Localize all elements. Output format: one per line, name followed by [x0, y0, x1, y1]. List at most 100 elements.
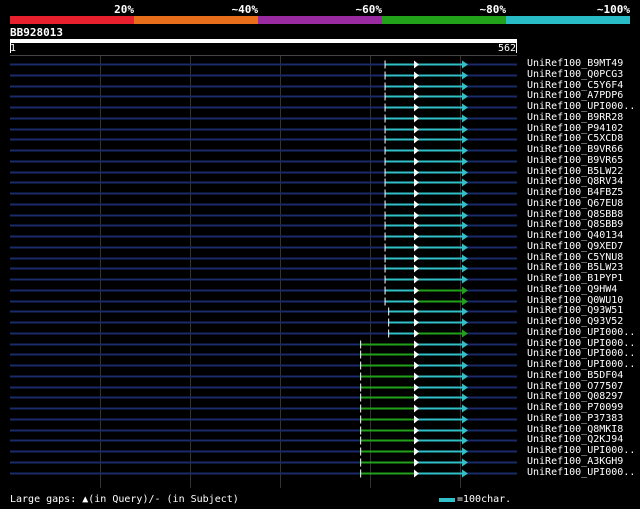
hit-end-arrow — [462, 329, 468, 338]
hit-label[interactable]: UniRef100_UPI000.. — [527, 359, 635, 370]
hit-row[interactable] — [10, 350, 517, 359]
hit-row[interactable] — [10, 243, 517, 252]
hit-row[interactable] — [10, 469, 517, 478]
hit-label[interactable]: UniRef100_B4FBZ5 — [527, 187, 623, 198]
hit-label[interactable]: UniRef100_Q9XED7 — [527, 241, 623, 252]
hit-row[interactable] — [10, 146, 517, 155]
hit-row[interactable] — [10, 232, 517, 241]
hit-end-arrow — [462, 297, 468, 306]
hit-row[interactable] — [10, 286, 517, 295]
hit-row[interactable] — [10, 340, 517, 349]
hit-row[interactable] — [10, 318, 517, 327]
hit-label[interactable]: UniRef100_UPI000.. — [527, 348, 635, 359]
hit-label[interactable]: UniRef100_Q67EU8 — [527, 198, 623, 209]
hit-row[interactable] — [10, 361, 517, 370]
hit-row[interactable] — [10, 211, 517, 220]
hit-row[interactable] — [10, 383, 517, 392]
hit-label[interactable]: UniRef100_Q8MKI8 — [527, 424, 623, 435]
hit-mid-arrow — [414, 157, 419, 166]
hit-row[interactable] — [10, 135, 517, 144]
hit-row[interactable] — [10, 92, 517, 101]
hit-label[interactable]: UniRef100_Q40134 — [527, 230, 623, 241]
hit-label[interactable]: UniRef100_Q8SBB8 — [527, 209, 623, 220]
hit-label[interactable]: UniRef100_B9MT49 — [527, 58, 623, 69]
hit-row[interactable] — [10, 372, 517, 381]
hit-row[interactable] — [10, 189, 517, 198]
hit-row[interactable] — [10, 125, 517, 134]
hit-label[interactable]: UniRef100_Q0WU10 — [527, 295, 623, 306]
hit-label[interactable]: UniRef100_Q8RV34 — [527, 176, 623, 187]
hit-label[interactable]: UniRef100_C5XCD8 — [527, 133, 623, 144]
hit-row[interactable] — [10, 60, 517, 69]
hit-row[interactable] — [10, 329, 517, 338]
hit-label[interactable]: UniRef100_Q9HW4 — [527, 284, 617, 295]
hit-row[interactable] — [10, 458, 517, 467]
hit-row[interactable] — [10, 297, 517, 306]
hit-row[interactable] — [10, 254, 517, 263]
hit-label[interactable]: UniRef100_P37383 — [527, 413, 623, 424]
hit-label[interactable]: UniRef100_C5Y6F4 — [527, 80, 623, 91]
hit-row[interactable] — [10, 178, 517, 187]
hit-row[interactable] — [10, 264, 517, 273]
hit-label[interactable]: UniRef100_B5DF04 — [527, 370, 623, 381]
hit-mid-arrow — [414, 404, 419, 413]
hit-end-arrow — [462, 178, 468, 187]
hit-label[interactable]: UniRef100_P94102 — [527, 123, 623, 134]
hit-label[interactable]: UniRef100_Q93W51 — [527, 305, 623, 316]
hit-label[interactable]: UniRef100_A3KGH9 — [527, 456, 623, 467]
hit-row[interactable] — [10, 307, 517, 316]
hit-end-arrow — [462, 404, 468, 413]
hit-end-arrow — [462, 383, 468, 392]
hit-label[interactable]: UniRef100_Q2KJ94 — [527, 434, 623, 445]
hit-row[interactable] — [10, 447, 517, 456]
hit-label[interactable]: UniRef100_B9VR66 — [527, 144, 623, 155]
hit-end-arrow — [462, 350, 468, 359]
hit-row[interactable] — [10, 71, 517, 80]
hit-label[interactable]: UniRef100_Q93V52 — [527, 316, 623, 327]
hit-row[interactable] — [10, 275, 517, 284]
hit-end-arrow — [462, 221, 468, 230]
hit-label[interactable]: UniRef100_Q08297 — [527, 391, 623, 402]
hit-end-arrow — [462, 82, 468, 91]
hit-mid-arrow — [414, 426, 419, 435]
hit-label[interactable]: UniRef100_UPI000.. — [527, 467, 635, 478]
hit-label[interactable]: UniRef100_Q0PCG3 — [527, 69, 623, 80]
hit-label[interactable]: UniRef100_P70099 — [527, 402, 623, 413]
hit-mid-arrow — [414, 318, 419, 327]
hit-end-arrow — [462, 436, 468, 445]
hit-label[interactable]: UniRef100_UPI000.. — [527, 327, 635, 338]
hit-label[interactable]: UniRef100_A7PDP6 — [527, 90, 623, 101]
hit-end-arrow — [462, 286, 468, 295]
hit-row[interactable] — [10, 221, 517, 230]
hit-end-arrow — [462, 469, 468, 478]
hit-label[interactable]: UniRef100_B5LW22 — [527, 166, 623, 177]
hit-row[interactable] — [10, 157, 517, 166]
hit-label[interactable]: UniRef100_Q8SBB9 — [527, 219, 623, 230]
hit-label[interactable]: UniRef100_UPI000.. — [527, 101, 635, 112]
hit-mid-arrow — [414, 329, 419, 338]
hit-row[interactable] — [10, 114, 517, 123]
hit-label[interactable]: UniRef100_B9VR65 — [527, 155, 623, 166]
hit-label[interactable]: UniRef100_UPI000.. — [527, 445, 635, 456]
hit-row[interactable] — [10, 415, 517, 424]
hit-row[interactable] — [10, 103, 517, 112]
hit-mid-arrow — [414, 189, 419, 198]
hit-mid-arrow — [414, 125, 419, 134]
hit-mid-arrow — [414, 168, 419, 177]
hit-end-arrow — [462, 361, 468, 370]
hit-row[interactable] — [10, 404, 517, 413]
hit-row[interactable] — [10, 82, 517, 91]
hit-label[interactable]: UniRef100_UPI000.. — [527, 338, 635, 349]
hit-row[interactable] — [10, 426, 517, 435]
hit-label[interactable]: UniRef100_C5YNU8 — [527, 252, 623, 263]
hit-label[interactable]: UniRef100_B5LW23 — [527, 262, 623, 273]
hit-row[interactable] — [10, 436, 517, 445]
hit-mid-arrow — [414, 307, 419, 316]
hit-mid-arrow — [414, 469, 419, 478]
hit-row[interactable] — [10, 200, 517, 209]
hit-row[interactable] — [10, 168, 517, 177]
hit-label[interactable]: UniRef100_B9RR28 — [527, 112, 623, 123]
hit-label[interactable]: UniRef100_B1PYP1 — [527, 273, 623, 284]
hit-label[interactable]: UniRef100_O77507 — [527, 381, 623, 392]
hit-row[interactable] — [10, 393, 517, 402]
